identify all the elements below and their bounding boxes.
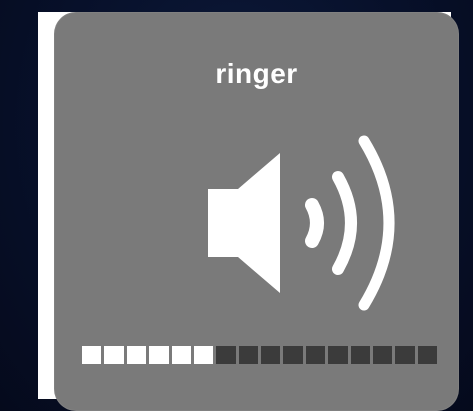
- volume-segment-empty: [350, 346, 370, 364]
- volume-segment-filled: [126, 346, 147, 364]
- hud-title: ringer: [215, 58, 298, 89]
- volume-segment-empty: [372, 346, 393, 364]
- volume-segment-filled: [82, 346, 102, 364]
- sound-wave-large: [358, 135, 395, 311]
- volume-segment-filled: [193, 346, 214, 364]
- volume-segment-empty: [417, 346, 437, 364]
- volume-level-bar: [82, 346, 437, 364]
- volume-segment-empty: [261, 346, 281, 364]
- volume-segment-filled: [171, 346, 191, 364]
- volume-segment-empty: [283, 346, 303, 364]
- volume-segment-filled: [149, 346, 169, 364]
- speaker-high-volume-icon: [208, 135, 395, 311]
- speaker-body: [208, 153, 280, 293]
- volume-segment-filled: [104, 346, 124, 364]
- volume-segment-empty: [238, 346, 258, 364]
- volume-segment-empty: [395, 346, 415, 364]
- volume-segment-empty: [305, 346, 326, 364]
- volume-segment-empty: [216, 346, 236, 364]
- sound-wave-small: [305, 198, 324, 248]
- volume-segment-empty: [328, 346, 348, 364]
- sound-wave-medium: [332, 171, 357, 275]
